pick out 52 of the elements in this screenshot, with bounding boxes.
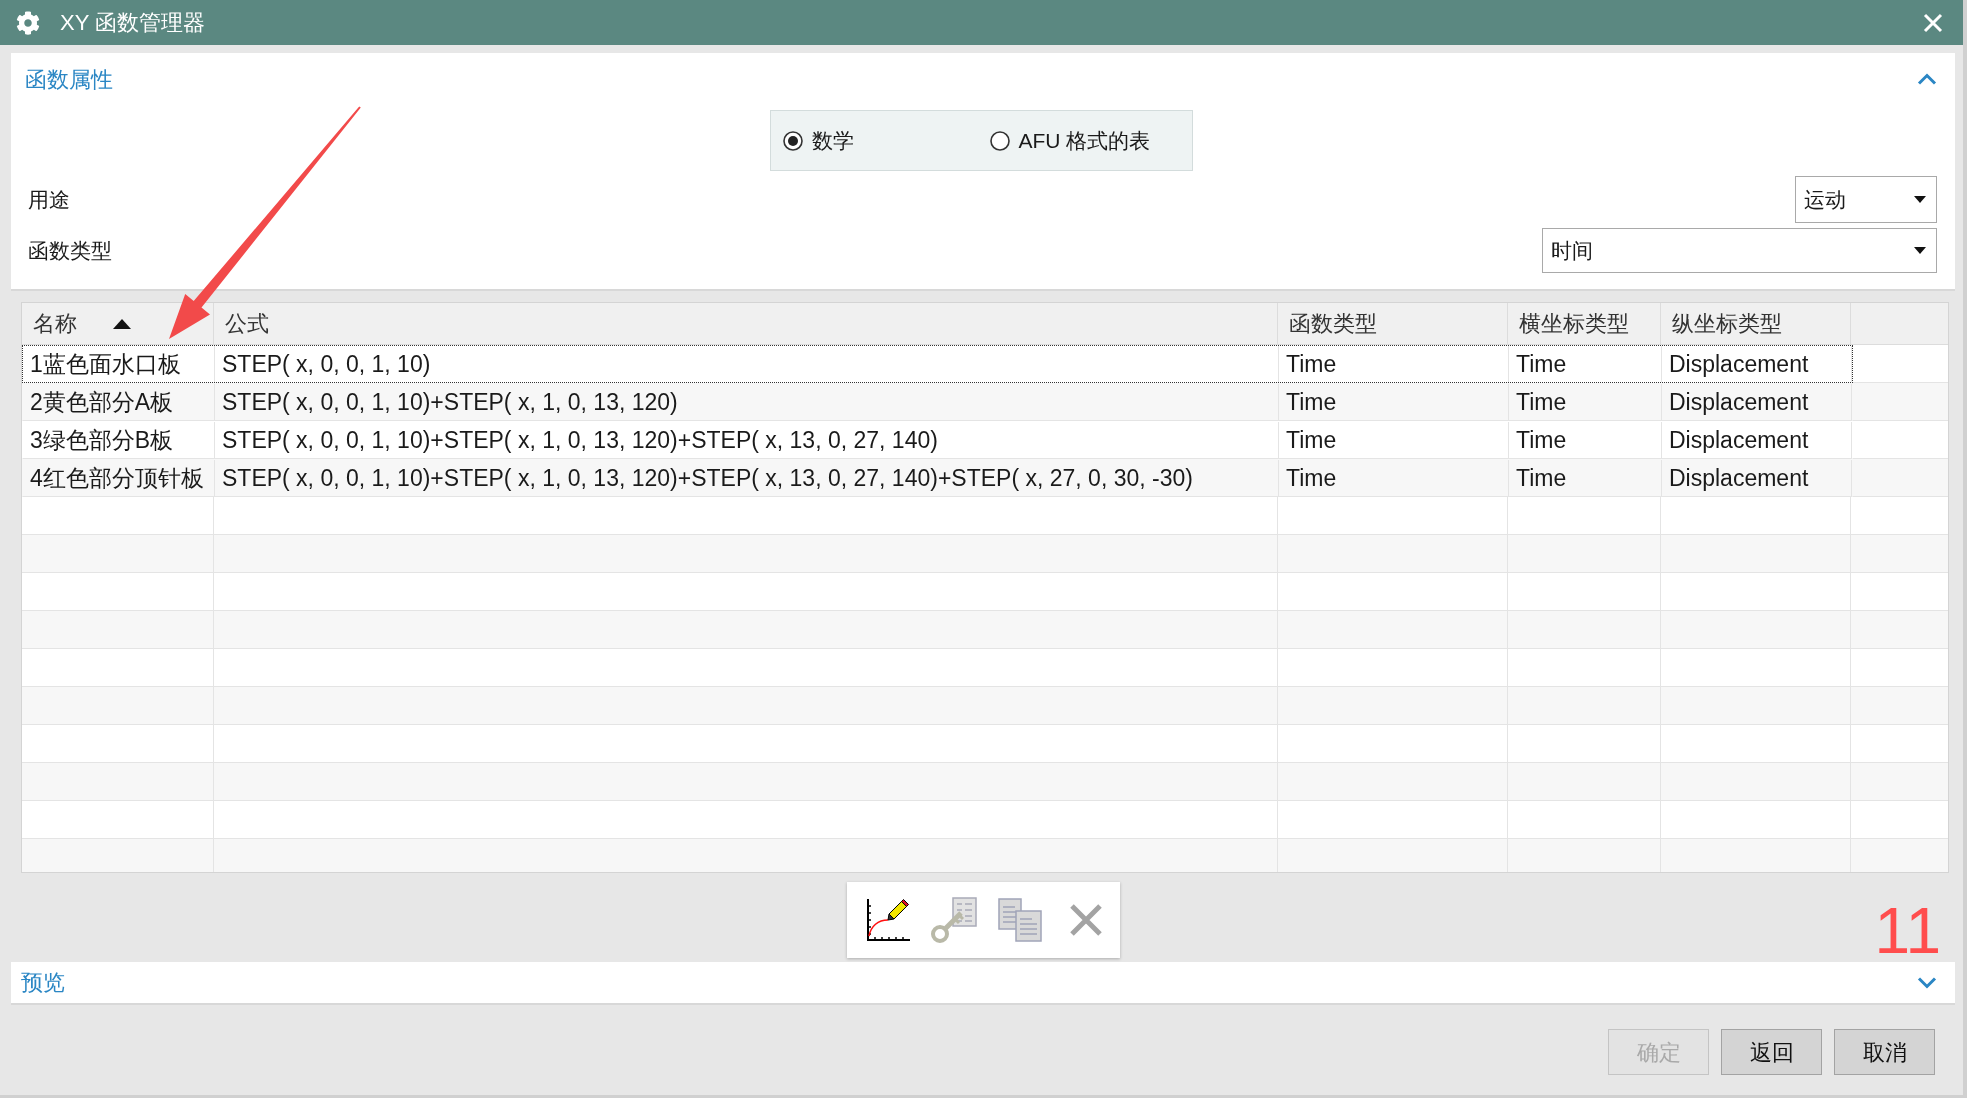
sort-ascending-icon bbox=[113, 318, 131, 329]
table-cell: STEP( x, 0, 0, 1, 10)+STEP( x, 1, 0, 13, 120) bbox=[215, 384, 1279, 420]
dropdown[interactable]: 时间 bbox=[1542, 228, 1937, 273]
table-row[interactable]: 3绿色部分B板 STEP( x, 0, 0, 1, 10)+STEP( x, 1, 0, 13, 120)+STEP( x, 13, 0, 27, 140) Time Time Displacement bbox=[22, 421, 1853, 459]
caret-icon bbox=[1914, 196, 1926, 203]
delete-icon bbox=[1068, 903, 1103, 937]
dropdown[interactable]: 运动 bbox=[1795, 176, 1937, 223]
table-cell: Time bbox=[1279, 422, 1509, 458]
table-cell: Displacement bbox=[1662, 346, 1852, 382]
table-cell: Displacement bbox=[1662, 422, 1852, 458]
table-cell: Time bbox=[1279, 384, 1509, 420]
table-cell: STEP( x, 0, 0, 1, 10)+STEP( x, 1, 0, 13, 120)+STEP( x, 13, 0, 27, 140)+STEP( x, 27, 0, 30, -30) bbox=[215, 460, 1279, 496]
column-header[interactable]: 函数类型 bbox=[1278, 303, 1508, 344]
table-cell: STEP( x, 0, 0, 1, 10)+STEP( x, 1, 0, 13, 120)+STEP( x, 13, 0, 27, 140) bbox=[215, 422, 1279, 458]
caret-icon bbox=[1914, 247, 1926, 254]
radio-option[interactable]: 数学 bbox=[782, 124, 854, 157]
key-icon bbox=[930, 897, 977, 943]
dialog-button[interactable]: 返回 bbox=[1721, 1029, 1822, 1075]
table-row[interactable]: 4红色部分顶针板 STEP( x, 0, 0, 1, 10)+STEP( x, 1, 0, 13, 120)+STEP( x, 13, 0, 27, 140)+STEP( x, 27, 0, 30, -30) Time Time Displacement bbox=[22, 459, 1853, 497]
close-icon bbox=[1923, 12, 1943, 33]
chevron-up-icon[interactable] bbox=[1917, 73, 1937, 85]
table-row[interactable]: 2黄色部分A板 STEP( x, 0, 0, 1, 10)+STEP( x, 1, 0, 13, 120) Time Time Displacement bbox=[22, 383, 1853, 421]
table-cell: 2黄色部分A板 bbox=[23, 384, 215, 420]
table-cell: Displacement bbox=[1662, 460, 1852, 496]
column-header[interactable]: 公式 bbox=[214, 303, 1278, 344]
table-cell: 1蓝色面水口板 bbox=[23, 346, 215, 382]
gear-icon bbox=[16, 10, 40, 35]
radio-option[interactable]: AFU 格式的表 bbox=[989, 124, 1151, 157]
column-header[interactable]: 纵坐标类型 bbox=[1661, 303, 1851, 344]
table-cell: Time bbox=[1279, 460, 1509, 496]
toolbar-button[interactable] bbox=[864, 897, 911, 943]
table-cell: Time bbox=[1509, 346, 1662, 382]
table-row[interactable]: 1蓝色面水口板 STEP( x, 0, 0, 1, 10) Time Time Displacement bbox=[22, 345, 1853, 383]
window-title: XY 函数管理器 bbox=[60, 9, 206, 37]
table-cell: 4红色部分顶针板 bbox=[23, 460, 215, 496]
field-label: 函数类型 bbox=[27, 237, 112, 264]
copy-icon bbox=[997, 898, 1042, 942]
step-number-annotation: 11 bbox=[1874, 899, 1941, 963]
table-cell: 3绿色部分B板 bbox=[23, 422, 215, 458]
section-title: 预览 bbox=[21, 969, 65, 997]
table-cell: Time bbox=[1279, 346, 1509, 382]
table-cell: STEP( x, 0, 0, 1, 10) bbox=[215, 346, 1279, 382]
table-cell: Time bbox=[1509, 384, 1662, 420]
column-header[interactable]: 横坐标类型 bbox=[1508, 303, 1661, 344]
table-cell: Displacement bbox=[1662, 384, 1852, 420]
dialog-button[interactable]: 取消 bbox=[1834, 1029, 1935, 1075]
table-cell: Time bbox=[1509, 422, 1662, 458]
chart-pencil-icon bbox=[865, 898, 910, 942]
field-label: 用途 bbox=[27, 186, 70, 213]
section-title: 函数属性 bbox=[25, 65, 113, 94]
table-cell: Time bbox=[1509, 460, 1662, 496]
chevron-down-icon[interactable] bbox=[1917, 976, 1937, 989]
